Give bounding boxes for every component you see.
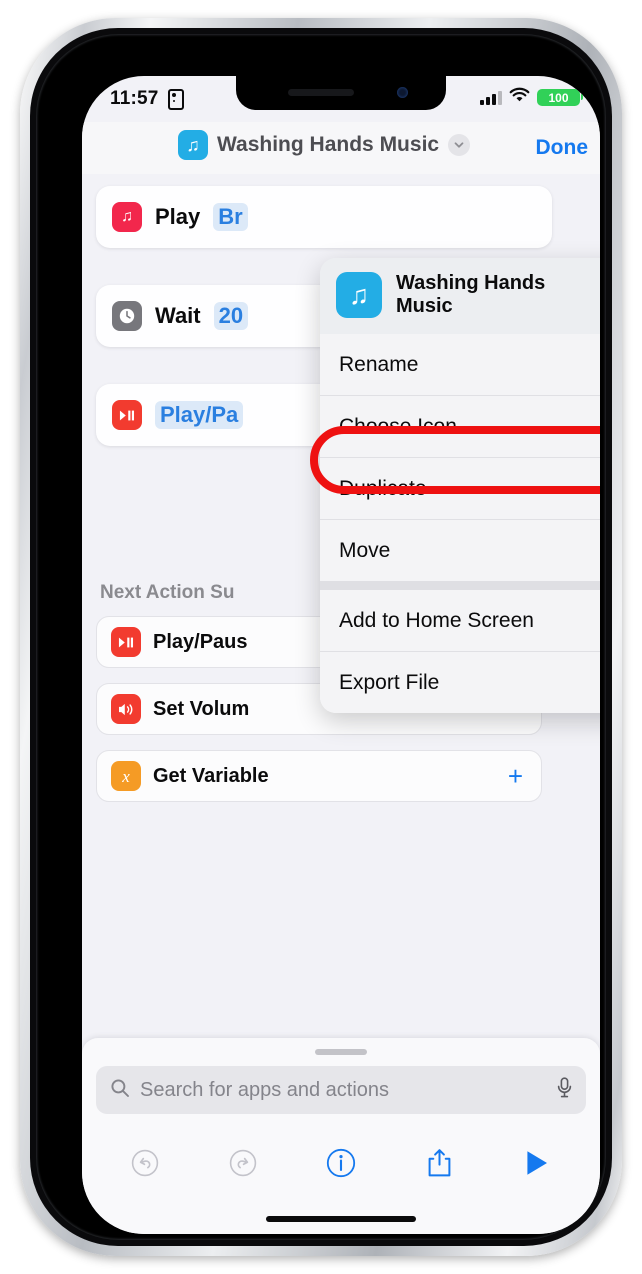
menu-item-label: Export File — [339, 670, 440, 694]
share-button[interactable] — [419, 1143, 459, 1183]
menu-item-label: Rename — [339, 352, 419, 376]
action-label: Wait — [155, 303, 201, 328]
play-pause-icon — [111, 627, 141, 657]
suggestion-label: Play/Paus — [153, 630, 248, 653]
wifi-icon — [509, 87, 530, 108]
context-menu: ♫ Washing Hands Music Rename Choose Icon… — [320, 258, 600, 714]
action-parameter[interactable]: 20 — [213, 302, 249, 330]
menu-item-label: Move — [339, 538, 391, 562]
play-button[interactable] — [517, 1143, 557, 1183]
music-note-icon: ♫ — [178, 130, 208, 160]
microphone-icon[interactable] — [557, 1077, 572, 1103]
context-menu-header: ♫ Washing Hands Music — [320, 258, 600, 335]
music-note-icon: ♫ — [112, 202, 142, 232]
status-time: 11:57 — [110, 88, 159, 109]
menu-item-export-file[interactable]: Export File — [320, 651, 600, 714]
actions-bottom-sheet: Search for apps and actions — [82, 1038, 600, 1234]
status-bar-right-group: 100 — [480, 87, 583, 108]
cellular-signal-icon — [480, 90, 502, 105]
search-input[interactable]: Search for apps and actions — [96, 1066, 586, 1114]
action-parameter[interactable]: Br — [213, 203, 248, 231]
suggestion-row-get-variable[interactable]: x Get Variable + — [96, 750, 542, 802]
sheet-grabber[interactable] — [315, 1049, 367, 1055]
menu-item-move[interactable]: Move — [320, 519, 600, 582]
suggestion-label: Set Volum — [153, 697, 250, 720]
plus-icon[interactable]: + — [508, 763, 523, 789]
battery-indicator: 100 — [537, 89, 583, 106]
chevron-down-icon[interactable] — [448, 134, 471, 156]
menu-item-duplicate[interactable]: Duplicate — [320, 457, 600, 520]
play-pause-icon — [112, 400, 142, 430]
notch — [236, 76, 446, 110]
search-icon — [110, 1078, 130, 1103]
menu-item-label: Choose Icon — [339, 414, 457, 438]
context-menu-group-1: Rename Choose Icon Duplicate Move — [320, 334, 600, 582]
context-menu-title: Washing Hands Music — [396, 272, 546, 318]
phone-screen: 11:57 100 ♫ Washing Hands Music Done ♫ P… — [82, 76, 600, 1234]
menu-section-divider — [320, 581, 600, 591]
shortcut-title-group[interactable]: ♫ Washing Hands Music — [178, 130, 471, 160]
search-placeholder: Search for apps and actions — [140, 1078, 390, 1101]
section-heading: Next Action Su — [100, 582, 235, 603]
phone-device-frame: 11:57 100 ♫ Washing Hands Music Done ♫ P… — [20, 18, 622, 1256]
action-parameter[interactable]: Play/Pa — [155, 401, 244, 429]
menu-item-rename[interactable]: Rename — [320, 334, 600, 396]
battery-percent: 100 — [548, 90, 569, 105]
earpiece-speaker — [288, 89, 354, 96]
home-indicator — [266, 1216, 416, 1222]
action-row-play[interactable]: ♫ Play Br — [96, 186, 552, 248]
info-button[interactable] — [321, 1143, 361, 1183]
navigation-bar: ♫ Washing Hands Music Done — [82, 122, 600, 174]
menu-item-choose-icon[interactable]: Choose Icon — [320, 395, 600, 458]
redo-button[interactable] — [223, 1143, 263, 1183]
page-title: Washing Hands Music — [217, 133, 440, 156]
music-note-icon: ♫ — [336, 272, 382, 319]
menu-item-label: Add to Home Screen — [339, 608, 534, 632]
speaker-wave-icon — [111, 694, 141, 724]
menu-item-add-to-home-screen[interactable]: Add to Home Screen — [320, 590, 600, 652]
context-menu-group-2: Add to Home Screen Export File — [320, 590, 600, 714]
clock-icon — [112, 301, 142, 331]
action-label: Play — [155, 204, 201, 229]
undo-button[interactable] — [125, 1143, 165, 1183]
portrait-orientation-lock-icon — [168, 89, 184, 110]
front-camera — [397, 87, 408, 98]
editor-toolbar — [82, 1134, 600, 1192]
menu-item-label: Duplicate — [339, 476, 427, 500]
done-button[interactable]: Done — [536, 136, 589, 160]
suggestion-label: Get Variable — [153, 764, 269, 787]
variable-x-icon: x — [111, 761, 141, 791]
